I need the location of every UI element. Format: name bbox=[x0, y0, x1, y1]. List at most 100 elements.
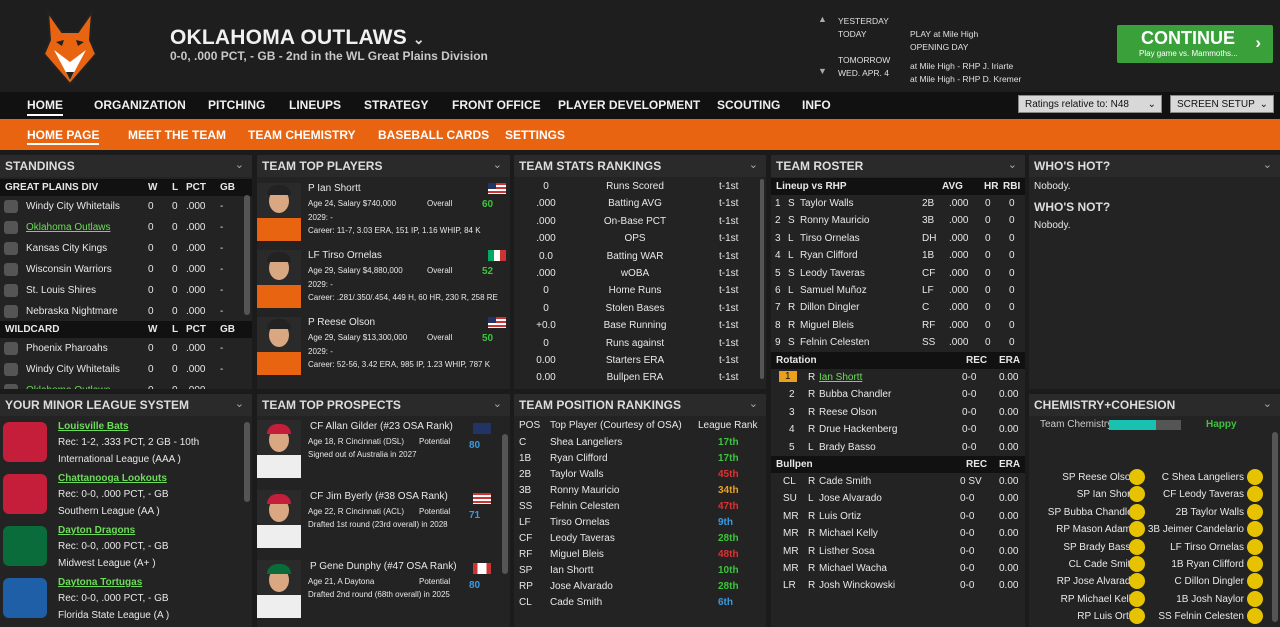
standings-row[interactable]: Oklahoma Outlaws 0 0 .000 - bbox=[0, 217, 252, 238]
bullpen-row[interactable]: CL R Cade Smith 0 SV 0.00 bbox=[771, 473, 1025, 490]
lineup-row[interactable]: 6 L Samuel Muñoz LF .000 0 0 bbox=[771, 282, 1025, 299]
minor-team[interactable]: Dayton Dragons Rec: 0-0, .000 PCT, - GB Mi… bbox=[0, 522, 252, 574]
schedule-down-arrow-icon[interactable]: ▼ bbox=[818, 66, 827, 76]
rotation-row[interactable]: 1 R Ian Shortt 0-0 0.00 bbox=[771, 369, 1025, 386]
ratings-dropdown[interactable]: Ratings relative to: N48 ⌄ bbox=[1018, 95, 1162, 113]
standings-row[interactable]: Windy City Whitetails 0 0 .000 - bbox=[0, 359, 252, 380]
scrollbar[interactable] bbox=[760, 179, 764, 379]
bullpen-row[interactable]: LR R Josh Winckowski 0-0 0.00 bbox=[771, 577, 1025, 594]
prospect-card[interactable]: CF Jim Byerly (#38 OSA Rank) Age 22, R Ci… bbox=[257, 488, 510, 558]
minor-team-name[interactable]: Dayton Dragons bbox=[58, 525, 135, 536]
bullpen-role: MR bbox=[783, 528, 799, 540]
minor-team-name[interactable]: Chattanooga Lookouts bbox=[58, 473, 167, 484]
tab-settings[interactable]: SETTINGS bbox=[505, 128, 565, 142]
standings-cell: 0 bbox=[172, 364, 178, 375]
standings-cell: .000 bbox=[186, 243, 206, 254]
chevron-down-icon[interactable]: ⌄ bbox=[749, 397, 758, 410]
lineup-order: 2 bbox=[775, 215, 781, 227]
schedule-up-arrow-icon[interactable]: ▲ bbox=[818, 14, 827, 24]
standings-cell: 0 bbox=[148, 201, 154, 212]
lineup-row[interactable]: 7 R Dillon Dingler C .000 0 0 bbox=[771, 299, 1025, 316]
standings-row[interactable]: Oklahoma Outlaws 0 0 .000 - bbox=[0, 380, 252, 389]
rotation-row[interactable]: 4 R Drue Hackenberg 0-0 0.00 bbox=[771, 421, 1025, 438]
chevron-down-icon[interactable]: ⌄ bbox=[749, 158, 758, 171]
bullpen-row[interactable]: MR R Michael Wacha 0-0 0.00 bbox=[771, 560, 1025, 577]
minor-team-name[interactable]: Daytona Tortugas bbox=[58, 577, 142, 588]
chevron-down-icon[interactable]: ⌄ bbox=[1263, 397, 1272, 410]
standings-row[interactable]: Kansas City Kings 0 0 .000 - bbox=[0, 238, 252, 259]
rotation-row[interactable]: 2 R Bubba Chandler 0-0 0.00 bbox=[771, 386, 1025, 403]
lineup-row[interactable]: 5 S Leody Taveras CF .000 0 0 bbox=[771, 265, 1025, 282]
scrollbar[interactable] bbox=[1272, 432, 1278, 622]
lineup-row[interactable]: 4 L Ryan Clifford 1B .000 0 0 bbox=[771, 247, 1025, 264]
bats: R bbox=[788, 319, 796, 331]
team-name[interactable]: Oklahoma Outlaws bbox=[26, 222, 110, 233]
throws: R bbox=[808, 424, 816, 436]
nav-strategy[interactable]: STRATEGY bbox=[364, 98, 428, 112]
nav-home[interactable]: HOME bbox=[27, 98, 63, 116]
lineup-row[interactable]: 8 R Miguel Bleis RF .000 0 0 bbox=[771, 317, 1025, 334]
stats-ranking-row: 0 Runs Scored t-1st bbox=[514, 178, 766, 195]
standings-row[interactable]: Wisconsin Warriors 0 0 .000 - bbox=[0, 259, 252, 280]
top-player-card[interactable]: P Ian Shortt Age 24, Salary $740,000 Overa… bbox=[257, 180, 510, 246]
nav-info[interactable]: INFO bbox=[802, 98, 831, 112]
nav-pitching[interactable]: PITCHING bbox=[208, 98, 265, 112]
lineup-row[interactable]: 2 S Ronny Mauricio 3B .000 0 0 bbox=[771, 212, 1025, 229]
nav-front-office[interactable]: FRONT OFFICE bbox=[452, 98, 541, 112]
continue-button[interactable]: CONTINUE Play game vs. Mammoths... › bbox=[1117, 25, 1273, 63]
fox-logo bbox=[42, 10, 98, 86]
standings-row[interactable]: Windy City Whitetails 0 0 .000 - bbox=[0, 196, 252, 217]
standings-row[interactable]: St. Louis Shires 0 0 .000 - bbox=[0, 280, 252, 301]
bullpen-row[interactable]: MR R Michael Kelly 0-0 0.00 bbox=[771, 525, 1025, 542]
pitcher-name[interactable]: Ian Shortt bbox=[819, 372, 862, 383]
minor-team[interactable]: Louisville Bats Rec: 1-2, .333 PCT, 2 GB … bbox=[0, 418, 252, 470]
prospect-card[interactable]: CF Allan Gilder (#23 OSA Rank) Age 18, R … bbox=[257, 418, 510, 488]
tab-team-chemistry[interactable]: TEAM CHEMISTRY bbox=[248, 128, 356, 142]
prospect-card[interactable]: P Gene Dunphy (#47 OSA Rank) Age 21, A Da… bbox=[257, 558, 510, 627]
happy-face-icon bbox=[1247, 469, 1263, 485]
scrollbar[interactable] bbox=[244, 195, 250, 315]
screen-setup-dropdown[interactable]: SCREEN SETUP ⌄ bbox=[1170, 95, 1274, 113]
chevron-down-icon[interactable]: ⌄ bbox=[235, 158, 244, 171]
nav-organization[interactable]: ORGANIZATION bbox=[94, 98, 186, 112]
tab-home-page[interactable]: HOME PAGE bbox=[27, 128, 100, 145]
player-name: P Reese Olson bbox=[308, 317, 376, 328]
rotation-row[interactable]: 3 R Reese Olson 0-0 0.00 bbox=[771, 404, 1025, 421]
tab-baseball-cards[interactable]: BASEBALL CARDS bbox=[378, 128, 489, 142]
chevron-down-icon[interactable]: ⌄ bbox=[235, 397, 244, 410]
nav-scouting[interactable]: SCOUTING bbox=[717, 98, 780, 112]
standings-row[interactable]: Phoenix Pharoahs 0 0 .000 - bbox=[0, 338, 252, 359]
rotation-row[interactable]: 5 L Brady Basso 0-0 0.00 bbox=[771, 439, 1025, 456]
lineup-row[interactable]: 1 S Taylor Walls 2B .000 0 0 bbox=[771, 195, 1025, 212]
top-player-card[interactable]: P Reese Olson Age 29, Salary $13,300,000 O… bbox=[257, 314, 510, 380]
chevron-down-icon[interactable]: ⌄ bbox=[1008, 158, 1017, 171]
standings-row[interactable]: Nebraska Nightmare 0 0 .000 - bbox=[0, 301, 252, 322]
top-player-card[interactable]: LF Tirso Ornelas Age 29, Salary $4,880,00… bbox=[257, 247, 510, 313]
scrollbar[interactable] bbox=[244, 422, 250, 502]
team-name[interactable]: Oklahoma Outlaws bbox=[26, 385, 110, 389]
record: 0-0 bbox=[962, 372, 977, 383]
nav-lineups[interactable]: LINEUPS bbox=[289, 98, 341, 112]
team-name-dropdown[interactable]: OKLAHOMA OUTLAWS ⌄ bbox=[170, 26, 425, 50]
bullpen-row[interactable]: SU L Jose Alvarado 0-0 0.00 bbox=[771, 490, 1025, 507]
scrollbar[interactable] bbox=[502, 434, 508, 574]
minor-team-name[interactable]: Louisville Bats bbox=[58, 421, 129, 432]
chevron-down-icon[interactable]: ⌄ bbox=[1263, 158, 1272, 171]
bullpen-row[interactable]: MR R Luis Ortiz 0-0 0.00 bbox=[771, 508, 1025, 525]
minor-team[interactable]: Chattanooga Lookouts Rec: 0-0, .000 PCT, … bbox=[0, 470, 252, 522]
nav-player-development[interactable]: PLAYER DEVELOPMENT bbox=[558, 98, 700, 112]
us-flag-icon bbox=[488, 183, 506, 194]
player-right: C Shea Langeliers bbox=[1161, 472, 1244, 483]
team-icon bbox=[4, 305, 18, 318]
lineup-row[interactable]: 9 S Felnin Celesten SS .000 0 0 bbox=[771, 334, 1025, 351]
column-header: W bbox=[148, 182, 158, 193]
chevron-down-icon[interactable]: ⌄ bbox=[493, 158, 502, 171]
chevron-down-icon[interactable]: ⌄ bbox=[493, 397, 502, 410]
lineup-row[interactable]: 3 L Tirso Ornelas DH .000 0 0 bbox=[771, 230, 1025, 247]
bullpen-row[interactable]: MR R Listher Sosa 0-0 0.00 bbox=[771, 543, 1025, 560]
player-photo bbox=[257, 317, 301, 375]
throws: R bbox=[808, 372, 816, 383]
tab-meet-the-team[interactable]: MEET THE TEAM bbox=[128, 128, 226, 142]
minor-team[interactable]: Daytona Tortugas Rec: 0-0, .000 PCT, - GB… bbox=[0, 574, 252, 626]
schedule-label: TODAY bbox=[838, 29, 867, 39]
